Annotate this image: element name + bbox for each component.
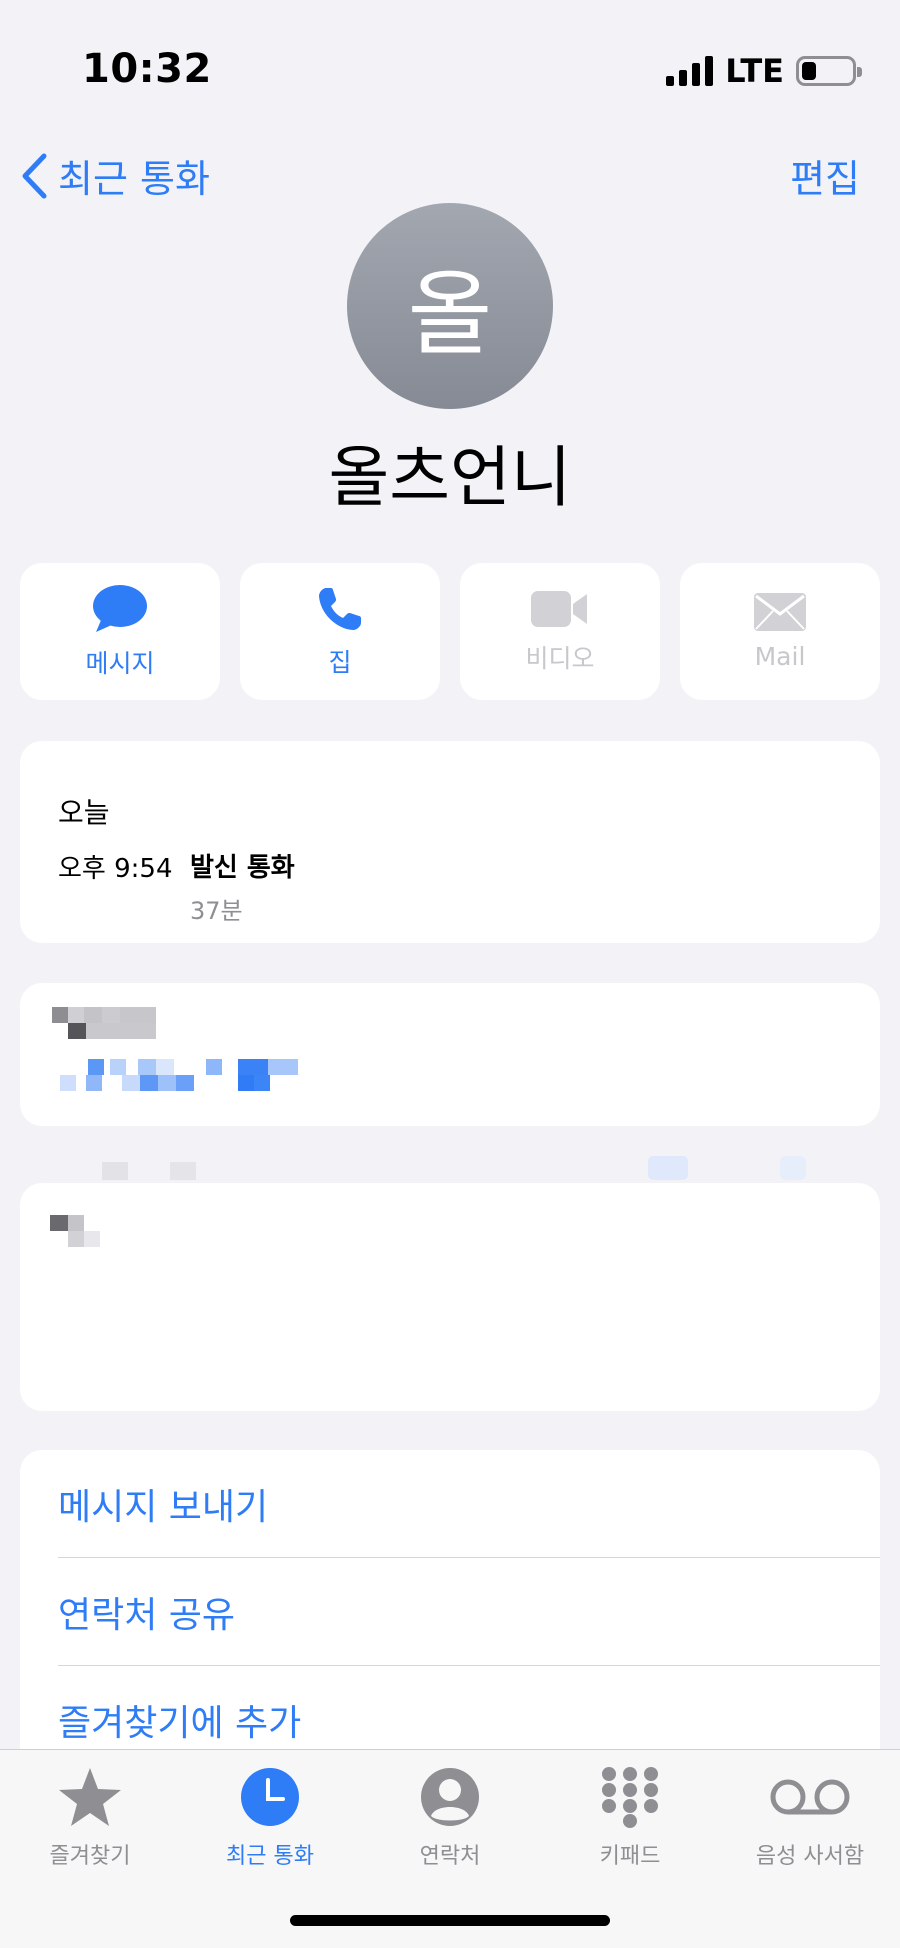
redacted-pixel bbox=[110, 1059, 126, 1075]
redacted-pixel bbox=[176, 1075, 194, 1091]
redacted-pixel bbox=[60, 1075, 76, 1091]
call-history-card: 오늘 오후 9:54 발신 통화 37분 bbox=[20, 741, 880, 943]
tab-keypad[interactable]: 키패드 bbox=[540, 1766, 720, 1870]
video-action-label: 비디오 bbox=[525, 643, 595, 673]
tab-recents-label: 최근 통화 bbox=[226, 1844, 314, 1869]
faded-video-icon bbox=[648, 1156, 688, 1180]
redacted-pixel bbox=[238, 1059, 268, 1075]
redacted-pixel bbox=[86, 1075, 102, 1091]
redacted-pixel bbox=[156, 1059, 174, 1075]
redacted-pixel bbox=[52, 1007, 68, 1023]
mail-action-label: Mail bbox=[754, 642, 806, 671]
video-camera-icon bbox=[531, 590, 587, 627]
tab-favorites-label: 즐겨찾기 bbox=[49, 1844, 131, 1869]
redacted-pixel bbox=[86, 1023, 156, 1039]
keypad-icon bbox=[602, 1767, 658, 1828]
avatar-initial: 올 bbox=[407, 260, 493, 368]
redacted-phone-card[interactable] bbox=[20, 983, 880, 1126]
voicemail-icon bbox=[770, 1779, 850, 1815]
redacted-pixel bbox=[268, 1059, 298, 1075]
send-message-link[interactable]: 메시지 보내기 bbox=[58, 1450, 880, 1557]
call-history-day: 오늘 bbox=[58, 796, 110, 829]
call-action-label: 집 bbox=[328, 647, 352, 677]
redacted-pixel bbox=[254, 1075, 270, 1091]
redacted-pixel bbox=[88, 1059, 104, 1075]
share-contact-link[interactable]: 연락처 공유 bbox=[58, 1558, 880, 1665]
tab-favorites[interactable]: 즐겨찾기 bbox=[0, 1766, 180, 1870]
battery-icon bbox=[796, 56, 862, 86]
contact-name: 올츠언니 bbox=[328, 439, 572, 516]
status-time: 10:32 bbox=[82, 46, 212, 92]
tab-voicemail[interactable]: 음성 사서함 bbox=[720, 1766, 900, 1870]
redacted-pixel bbox=[102, 1007, 120, 1023]
call-history-type: 발신 통화 bbox=[190, 853, 295, 883]
redacted-pixel bbox=[68, 1007, 84, 1023]
tab-voicemail-label: 음성 사서함 bbox=[755, 1844, 865, 1869]
edit-button[interactable]: 편집 bbox=[790, 148, 860, 203]
call-history-duration: 37분 bbox=[190, 897, 243, 925]
message-bubble-icon bbox=[93, 584, 147, 632]
status-indicators: LTE bbox=[666, 52, 862, 90]
redacted-pixel bbox=[84, 1231, 100, 1247]
envelope-icon bbox=[754, 593, 806, 631]
signal-icon bbox=[666, 56, 714, 86]
redacted-pixel bbox=[206, 1059, 222, 1075]
person-circle-icon bbox=[421, 1768, 479, 1826]
contact-detail-screen: 10:32 LTE 최근 통화 편집 올 올츠언니 메시지 집 비디오 Mail… bbox=[0, 0, 900, 1948]
redacted-info-card bbox=[20, 1183, 880, 1411]
redacted-pixel bbox=[68, 1231, 84, 1247]
message-action-label: 메시지 bbox=[85, 648, 155, 678]
tab-keypad-label: 키패드 bbox=[599, 1844, 661, 1869]
redacted-pixel bbox=[68, 1023, 86, 1039]
back-button[interactable]: 최근 통화 bbox=[20, 148, 210, 203]
tab-recents[interactable]: 최근 통화 bbox=[180, 1766, 360, 1870]
tab-contacts-label: 연락처 bbox=[419, 1844, 481, 1869]
message-action-button[interactable]: 메시지 bbox=[20, 563, 220, 700]
avatar: 올 bbox=[347, 203, 553, 409]
home-indicator[interactable] bbox=[290, 1915, 610, 1926]
call-history-time: 오후 9:54 bbox=[58, 854, 173, 884]
redacted-pixel bbox=[238, 1075, 254, 1091]
redacted-pixel bbox=[122, 1075, 140, 1091]
star-icon bbox=[59, 1768, 121, 1826]
redacted-pixel bbox=[138, 1059, 156, 1075]
chevron-left-icon bbox=[22, 153, 47, 198]
mail-action-button[interactable]: Mail bbox=[680, 563, 880, 700]
redacted-pixel bbox=[170, 1162, 196, 1180]
redacted-pixel bbox=[120, 1007, 156, 1023]
back-label: 최근 통화 bbox=[58, 157, 210, 201]
redacted-pixel bbox=[50, 1215, 68, 1231]
video-action-button[interactable]: 비디오 bbox=[460, 563, 660, 700]
faded-phone-icon bbox=[780, 1156, 806, 1180]
redacted-pixel bbox=[158, 1075, 176, 1091]
network-type: LTE bbox=[725, 52, 784, 90]
phone-icon bbox=[319, 587, 361, 630]
quick-actions: 메시지 집 비디오 Mail bbox=[20, 563, 880, 700]
tab-contacts[interactable]: 연락처 bbox=[360, 1766, 540, 1870]
call-action-button[interactable]: 집 bbox=[240, 563, 440, 700]
redacted-pixel bbox=[140, 1075, 158, 1091]
redacted-pixel bbox=[84, 1007, 102, 1023]
action-links-card: 메시지 보내기 연락처 공유 즐겨찾기에 추가 bbox=[20, 1450, 880, 1780]
faded-row bbox=[20, 1146, 880, 1180]
clock-icon bbox=[241, 1768, 299, 1826]
redacted-pixel bbox=[68, 1215, 84, 1231]
redacted-pixel bbox=[102, 1162, 128, 1180]
